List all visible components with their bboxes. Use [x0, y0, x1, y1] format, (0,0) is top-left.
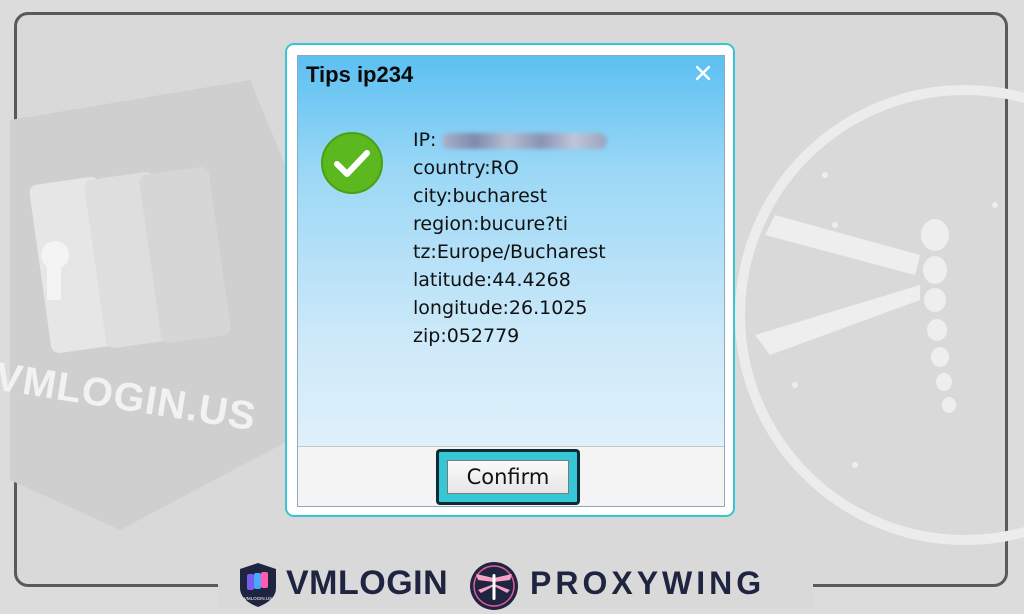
dragonfly-watermark-icon	[735, 85, 1024, 545]
check-circle-icon	[321, 132, 383, 194]
country-line: country:RO	[413, 157, 519, 179]
tips-dialog: Tips ip234 IP: country:RO city:bucharest…	[297, 55, 725, 507]
timezone-line: tz:Europe/Bucharest	[413, 241, 606, 263]
proxywing-wordmark: PROXYWING	[530, 565, 766, 601]
confirm-highlight: Confirm	[436, 449, 580, 505]
vmlogin-logo-icon: VMLOGIN.US	[240, 563, 276, 607]
dialog-footer: Confirm	[298, 446, 724, 506]
confirm-button[interactable]: Confirm	[447, 460, 569, 494]
vmlogin-watermark-icon	[10, 80, 300, 530]
ip-info-list: IP: country:RO city:bucharest region:buc…	[413, 126, 608, 350]
branding-bar: VMLOGIN.US VMLOGIN PROXYWING	[0, 560, 1024, 610]
dialog-title: Tips ip234	[306, 62, 414, 87]
dialog-body: Tips ip234 IP: country:RO city:bucharest…	[298, 56, 724, 446]
region-line: region:bucure?ti	[413, 213, 568, 235]
zip-line: zip:052779	[413, 325, 520, 347]
close-icon[interactable]	[692, 62, 714, 84]
latitude-line: latitude:44.4268	[413, 269, 571, 291]
ip-label: IP:	[413, 129, 437, 151]
ip-line: IP:	[413, 126, 608, 154]
proxywing-logo-icon	[470, 562, 518, 610]
city-line: city:bucharest	[413, 185, 548, 207]
vmlogin-badge-text: VMLOGIN.US	[244, 596, 272, 601]
vmlogin-wordmark: VMLOGIN	[286, 564, 449, 602]
ip-value-redacted	[442, 132, 608, 149]
longitude-line: longitude:26.1025	[413, 297, 588, 319]
